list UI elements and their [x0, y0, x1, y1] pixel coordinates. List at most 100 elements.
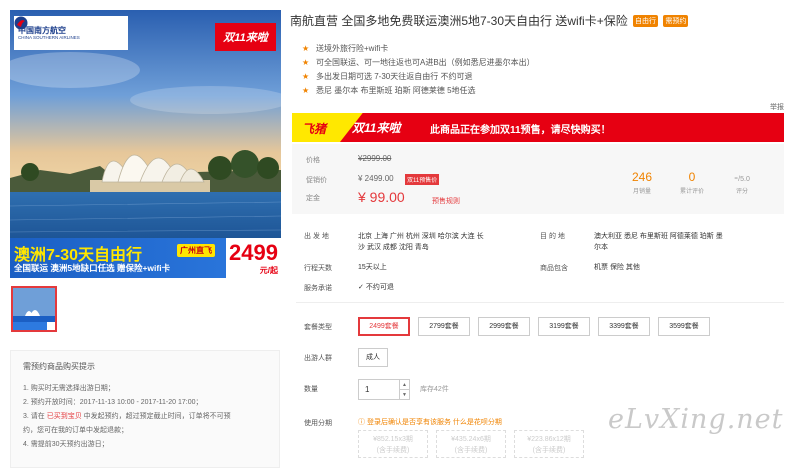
installment-option-6[interactable]: ¥435.24x6期 (含手续费) [436, 430, 506, 458]
thumbnail-image[interactable] [11, 286, 57, 332]
presale-rules-link[interactable]: 预售规则 [432, 196, 460, 206]
price-label: 价格 [306, 157, 320, 164]
service-label: 服务承诺 [304, 285, 332, 292]
feature-item: 悉尼 墨尔本 布里斯班 珀斯 阿德莱德 5地任选 [302, 84, 535, 98]
package-option-2999[interactable]: 2999套餐 [478, 317, 530, 336]
notice-line: 2. 预约开放时间：2017-11-13 10:00 - 2017-11-20 … [23, 399, 203, 406]
installment-option-12[interactable]: ¥223.86x12期 (含手续费) [514, 430, 584, 458]
traveler-option-adult[interactable]: 成人 [358, 348, 388, 367]
stock-count: 库存42件 [420, 386, 449, 393]
promo-price: ¥ 2499.00 [358, 174, 394, 183]
huabei-help-link[interactable]: 什么是花呗分期 [453, 419, 502, 426]
airline-logo: 中国南方航空 CHINA SOUTHERN AIRLINES [14, 16, 128, 50]
presale-banner: 飞猪 双11来啦 此商品正在参加双11预售，请尽快购买！ [292, 113, 784, 142]
includes-label: 商品包含 [540, 265, 568, 272]
decrement-icon[interactable]: ▼ [399, 390, 409, 400]
airline-emblem-icon [14, 16, 28, 30]
fliggy-logo: 飞猪 [302, 122, 327, 136]
feature-item: 送境外旅行险+wifi卡 [302, 42, 535, 56]
installment-fee-note: (含手续费) [532, 447, 566, 454]
increment-icon[interactable]: ▲ [399, 380, 409, 390]
banner-price-unit: 元/起 [259, 266, 278, 275]
departure-cities-line: 北京 上海 广州 杭州 深圳 哈尔滨 大连 长 [358, 233, 484, 240]
destination-label: 目 的 地 [540, 233, 565, 240]
site-watermark: eLvXing.net [608, 404, 784, 435]
installment-info: ⓘ 登录后确认是否享有该服务 什么是花呗分期 [358, 417, 502, 427]
booking-notice: 需预约商品购买提示 1. 购买时无需选择出游日期； 2. 预约开放时间：2017… [10, 350, 280, 468]
double-11-logo: 双11来啦 [352, 121, 401, 135]
monthly-sales: 246 月销量 [622, 170, 662, 195]
rating: -/5.0 评分 [722, 170, 762, 195]
notice-line: 约，您可在我的订单中发起退款； [23, 427, 128, 434]
rating-label: 评分 [735, 189, 748, 195]
purchased-items-link[interactable]: 已买到宝贝 [47, 413, 82, 420]
package-label: 套餐类型 [304, 324, 332, 331]
banner-city-tag: 广州直飞 [177, 244, 215, 257]
feature-list: 送境外旅行险+wifi卡 可全国联运、可一地往返也可A进B出（例如悉尼进墨尔本出… [302, 42, 535, 98]
notice-line: 1. 购买时无需选择出游日期； [23, 385, 115, 392]
report-link[interactable]: 举报 [770, 102, 784, 112]
promo-price-label: 促销价 [306, 177, 327, 184]
service-value: ✓ 不约可退 [358, 282, 394, 293]
reservation-tag: 需预约 [663, 15, 689, 27]
monthly-sales-count: 246 [631, 170, 653, 184]
feature-item: 可全国联运、可一地往返也可A进B出（例如悉尼进墨尔本出） [302, 56, 535, 70]
package-option-2499[interactable]: 2499套餐 [358, 317, 410, 336]
deposit-label: 定金 [306, 195, 320, 202]
installment-fee-note: (含手续费) [454, 447, 488, 454]
product-title: 南航直营 全国多地免费联运澳洲5地7-30天自由行 送wifi卡+保险 自由行 … [290, 12, 689, 29]
departure-cities: 北京 上海 广州 杭州 深圳 哈尔滨 大连 长 沙 武汉 成都 沈阳 青岛 [358, 231, 484, 253]
package-option-3599[interactable]: 3599套餐 [658, 317, 710, 336]
quantity-stepper[interactable]: 1 ▲ ▼ [358, 379, 410, 400]
double-11-badge: 双11来啦 [215, 23, 276, 51]
info-icon: ⓘ [358, 419, 365, 426]
rating-max: /5.0 [738, 176, 750, 183]
thumbnail-illustration [13, 288, 55, 330]
days-label: 行程天数 [304, 265, 332, 272]
notice-text: 中发起预约，超过预定截止时间，订单将不可预 [81, 413, 231, 420]
installment-amount: ¥852.15x3期 [373, 436, 413, 443]
free-travel-tag: 自由行 [633, 15, 659, 27]
installment-amount: ¥223.86x12期 [527, 436, 571, 443]
divider [296, 302, 784, 303]
includes-value: 机票 保险 其他 [594, 264, 640, 271]
days-value: 15天以上 [358, 264, 387, 271]
departure-cities-line: 沙 武汉 成都 沈阳 青岛 [358, 244, 429, 251]
banner-subtitle: 全国联运 澳洲5地缺口任选 赠保险+wifi卡 [14, 263, 171, 273]
main-product-image[interactable]: 中国南方航空 CHINA SOUTHERN AIRLINES 双11来啦 澳洲7… [10, 10, 281, 278]
quantity-value: 1 [365, 385, 370, 394]
installment-label: 使用分期 [304, 420, 332, 427]
review-count-label: 累计评价 [679, 189, 704, 195]
package-option-3399[interactable]: 3399套餐 [598, 317, 650, 336]
installment-fee-note: (含手续费) [376, 447, 410, 454]
feature-item: 多出发日期可选 7-30天往返自由行 不约可退 [302, 70, 535, 84]
notice-line: 4. 需提前30天预约出游日； [23, 441, 109, 448]
review-count-value: 0 [688, 170, 696, 184]
notice-text: 3. 请在 [23, 413, 47, 420]
product-gallery: 中国南方航空 CHINA SOUTHERN AIRLINES 双11来啦 澳洲7… [10, 10, 281, 468]
original-price: ¥2999.00 [358, 154, 392, 163]
quantity-label: 数量 [304, 386, 318, 393]
review-count[interactable]: 0 累计评价 [672, 170, 712, 195]
destination-cities-line: 澳大利亚 悉尼 布里斯班 阿德莱德 珀斯 墨 [594, 233, 723, 240]
package-option-2799[interactable]: 2799套餐 [418, 317, 470, 336]
traveler-label: 出游人群 [304, 355, 332, 362]
notice-line: 3. 请在 已买到宝贝 中发起预约，超过预定截止时间，订单将不可预 [23, 410, 267, 424]
package-option-3199[interactable]: 3199套餐 [538, 317, 590, 336]
airline-name-en: CHINA SOUTHERN AIRLINES [18, 34, 80, 40]
banner-price-tag: 2499 元/起 [226, 238, 281, 278]
check-circle-icon: ✓ [358, 284, 364, 291]
installment-note: 登录后确认是否享有该服务 [366, 419, 451, 426]
monthly-sales-label: 月销量 [632, 189, 651, 195]
deposit-price: ¥ 99.00 [358, 189, 405, 205]
notice-heading: 需预约商品购买提示 [23, 362, 95, 371]
installment-amount: ¥435.24x6期 [451, 436, 491, 443]
departure-label: 出 发 地 [304, 233, 329, 240]
service-text: 不约可退 [365, 284, 394, 291]
price-panel: 价格 ¥2999.00 促销价 ¥ 2499.00 双11预售价 定金 ¥ 99… [292, 144, 784, 214]
presale-message: 此商品正在参加双11预售，请尽快购买！ [430, 125, 611, 136]
product-title-text: 南航直营 全国多地免费联运澳洲5地7-30天自由行 送wifi卡+保险 [290, 14, 628, 28]
destination-cities-line: 尔本 [594, 244, 608, 251]
installment-option-3[interactable]: ¥852.15x3期 (含手续费) [358, 430, 428, 458]
destination-cities: 澳大利亚 悉尼 布里斯班 阿德莱德 珀斯 墨 尔本 [594, 231, 723, 253]
